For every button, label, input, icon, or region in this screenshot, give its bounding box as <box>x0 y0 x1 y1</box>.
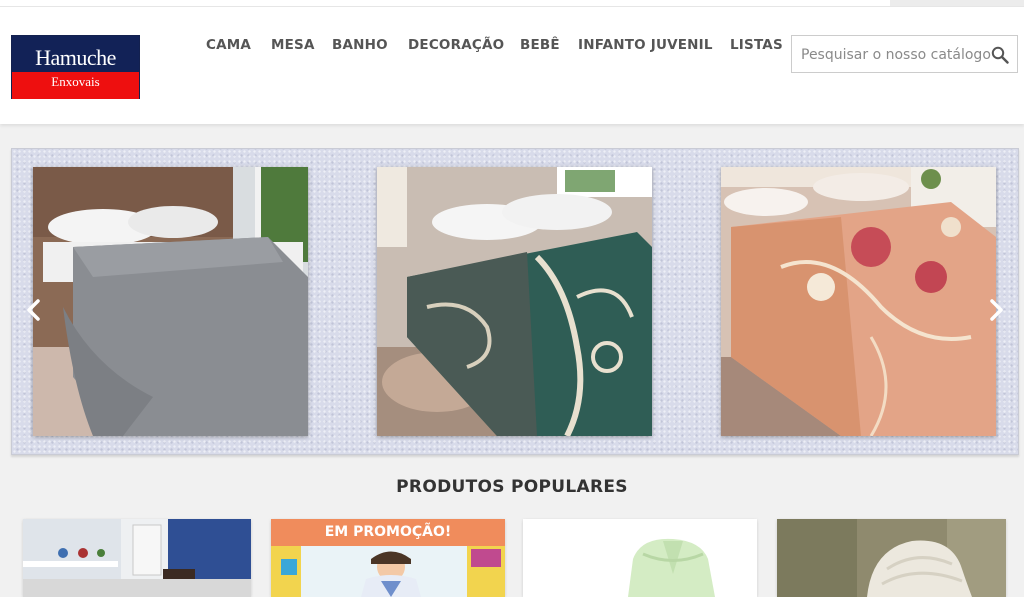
popular-products-heading: PRODUTOS POPULARES <box>396 477 628 497</box>
home-carousel <box>11 148 1019 455</box>
logo-brand-name: Hamuche <box>35 45 116 70</box>
slide-image-gray-bedspread <box>33 167 308 436</box>
carousel-slide[interactable] <box>721 167 996 436</box>
slide-image-floral-blanket <box>721 167 996 436</box>
menu-item-decoracao[interactable]: DECORAÇÃO <box>408 37 504 53</box>
product-card[interactable] <box>23 519 251 597</box>
product-card[interactable] <box>523 519 757 597</box>
brand-logo[interactable]: Hamuche Enxovais <box>11 35 140 99</box>
product-image-green-bathrobe <box>523 519 757 597</box>
search-input[interactable] <box>801 45 991 65</box>
search-box <box>791 35 1018 73</box>
product-card[interactable]: EM PROMOÇÃO! <box>271 519 505 597</box>
menu-item-listas[interactable]: LISTAS <box>730 37 783 53</box>
carousel-slide[interactable] <box>33 167 308 436</box>
product-card[interactable] <box>777 519 1006 597</box>
search-icon[interactable] <box>991 46 1009 64</box>
menu-item-banho[interactable]: BANHO <box>332 37 388 53</box>
slide-image-green-blanket <box>377 167 652 436</box>
menu-item-cama[interactable]: CAMA <box>206 37 251 53</box>
menu-item-infanto-juvenil[interactable]: INFANTO JUVENIL <box>578 37 713 53</box>
product-image-kids-room <box>23 519 251 597</box>
chevron-right-icon[interactable] <box>988 298 1006 322</box>
promo-badge: EM PROMOÇÃO! <box>271 519 505 546</box>
product-image-towel-turban <box>777 519 1006 597</box>
chevron-left-icon[interactable] <box>24 298 42 322</box>
carousel-slide[interactable] <box>377 167 652 436</box>
menu-item-mesa[interactable]: MESA <box>271 37 315 53</box>
site-header: Hamuche Enxovais CAMA MESA BANHO DECORAÇ… <box>0 7 1024 124</box>
menu-item-bebe[interactable]: BEBÊ <box>520 37 560 53</box>
top-utility-bar <box>0 0 1024 7</box>
logo-tagline: Enxovais <box>51 74 100 89</box>
top-bar-corner <box>890 0 1024 6</box>
